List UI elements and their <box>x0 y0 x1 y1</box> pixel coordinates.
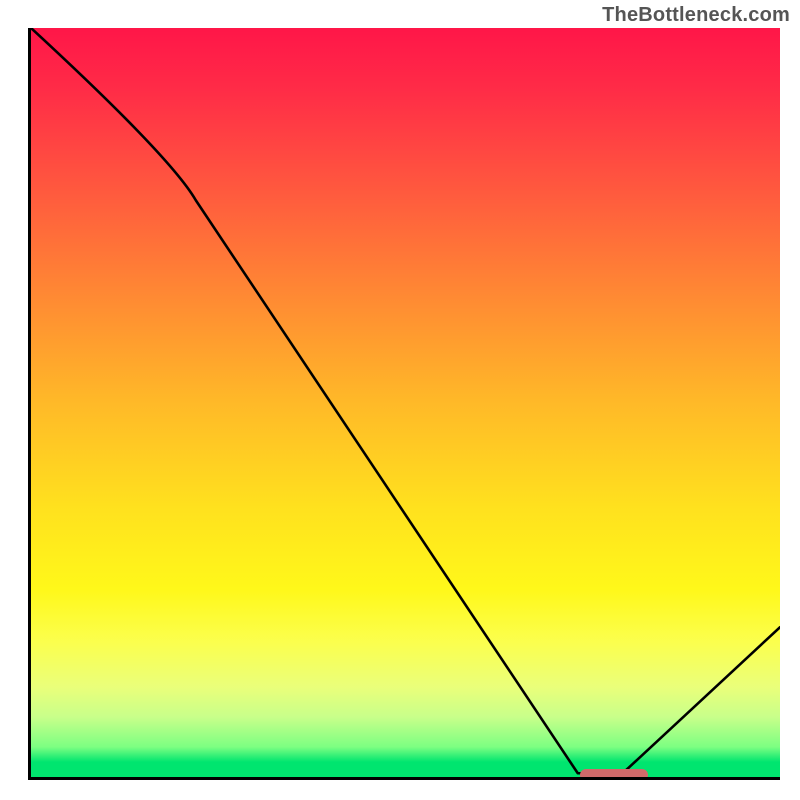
bottleneck-curve <box>31 28 780 777</box>
attribution-label: TheBottleneck.com <box>602 4 790 27</box>
chart-container: TheBottleneck.com <box>0 0 800 800</box>
optimal-range-marker <box>580 769 648 780</box>
plot-area <box>28 28 780 780</box>
